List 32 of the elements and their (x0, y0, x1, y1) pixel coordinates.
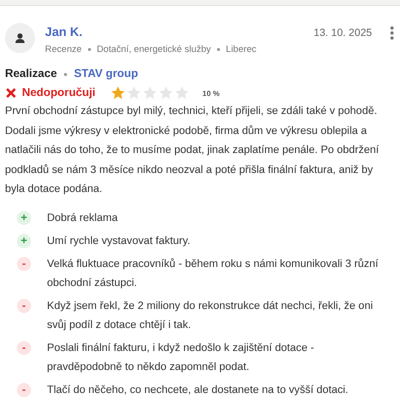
meta-item: Recenze (45, 44, 82, 54)
star-icon (158, 85, 174, 101)
meta-item: Liberec (226, 44, 256, 54)
review-date: 13. 10. 2025 (314, 26, 372, 39)
author-name[interactable]: Jan K. (45, 25, 304, 39)
star-icon (126, 85, 142, 101)
cross-icon (5, 87, 17, 99)
person-icon (15, 33, 25, 43)
company-link[interactable]: STAV group (74, 68, 138, 80)
meta-item: Dotační, energetické služby (96, 44, 211, 54)
minus-badge: - (17, 298, 31, 312)
review-point: Poslali finální fakturu, i když nedošlo k zajištění dotace - pravděpodobně to někdo zapomněl podat. (47, 340, 316, 374)
review-point: Umí rychle vystavovat faktury. (47, 234, 192, 248)
review-point: Dobrá reklama (47, 210, 119, 226)
review-point: Když jsem řekl, že 2 miliony do rekonstrukce dát nechci, řekli, že oni svůj podíl z dotace chtějí i tak. (47, 298, 374, 332)
minus-badge: - (17, 256, 31, 270)
minus-badge: - (17, 382, 31, 396)
star-icon (110, 85, 126, 101)
minus-badge: - (17, 340, 31, 354)
star-icon (142, 85, 158, 101)
plus-badge: + (17, 210, 31, 224)
review-point: Velká fluktuace pracovníků - během roku s námi komunikovali 3 různí obchodní zástupci. (47, 256, 380, 290)
star-icon (174, 85, 190, 101)
separator-dot (216, 48, 220, 50)
separator-dot (64, 72, 67, 76)
review-text: První obchodní zástupce byl milý, technici, kteří přijeli, se zdáli také v pohodě. Dodali jsme výkresy v elektronické podobě, firma dům ve výkresu oblepila a natlačili nás do toho, že to musíme podat, jinak zaplatíme penále. Po obdržení podkladů se nám 3 měsíce nikdo neozval a poté přišla finální faktura, aniž by byla dotace podána. (5, 104, 380, 197)
review-point: Tlačí do něčeho, co nechcete, ale dostanete na to vyšší dotaci. (47, 382, 350, 398)
plus-badge: + (17, 234, 31, 248)
realization-label: Realizace (5, 68, 57, 80)
verdict-label: Nedoporučuji (22, 87, 96, 99)
separator-dot (88, 48, 91, 50)
more-icon[interactable] (390, 26, 394, 40)
